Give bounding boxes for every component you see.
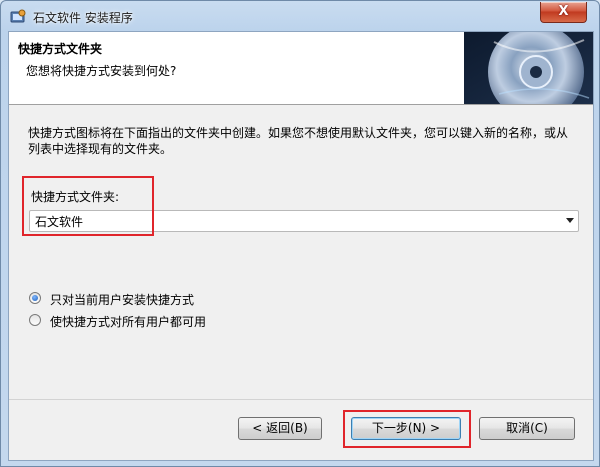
installer-app-icon (10, 9, 26, 23)
chevron-down-icon[interactable] (566, 218, 574, 223)
radio-button-unchecked[interactable] (29, 314, 41, 326)
title-bar[interactable]: 石文软件 安装程序 X (1, 1, 600, 33)
footer-divider (9, 399, 593, 400)
window-title: 石文软件 安装程序 (33, 11, 133, 25)
radio-all-users-label: 使快捷方式对所有用户都可用 (50, 315, 207, 329)
installer-window: 石文软件 安装程序 X 快捷方式文件夹 您想将快捷方式安装到何处? 快捷方式图标… (0, 0, 600, 467)
cd-disc-image (464, 32, 593, 104)
cancel-button[interactable]: 取消(C) (479, 417, 575, 440)
wizard-header: 快捷方式文件夹 您想将快捷方式安装到何处? (9, 32, 593, 105)
back-button[interactable]: < 返回(B) (238, 417, 322, 440)
radio-button-checked[interactable] (29, 292, 41, 304)
annotation-highlight-next (343, 410, 471, 448)
close-button[interactable]: X (540, 2, 587, 23)
instructions-text: 快捷方式图标将在下面指出的文件夹中创建。如果您不想使用默认文件夹，您可以键入新的… (28, 126, 569, 156)
annotation-highlight-folder (22, 176, 154, 236)
radio-current-user-label: 只对当前用户安装快捷方式 (50, 293, 195, 307)
page-subtitle: 您想将快捷方式安装到何处? (26, 64, 177, 78)
wizard-client-area: 快捷方式文件夹 您想将快捷方式安装到何处? 快捷方式图标将在下面指出的文件夹中创… (8, 31, 594, 461)
page-title: 快捷方式文件夹 (18, 42, 103, 56)
close-icon: X (558, 4, 569, 19)
